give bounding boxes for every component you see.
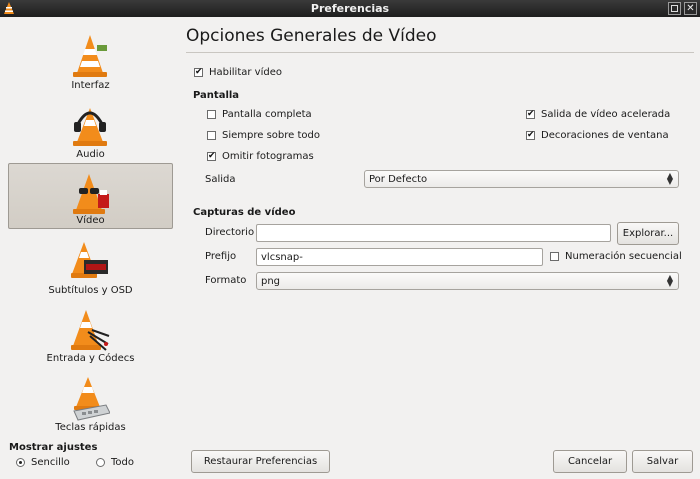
window-decorations-checkbox[interactable]: ✔ xyxy=(526,131,535,140)
cone-subtitles-icon xyxy=(71,242,108,278)
cone-headphones-icon xyxy=(73,108,107,146)
cone-keyboard-icon xyxy=(73,377,110,421)
drop-frames-checkbox[interactable]: ✔ xyxy=(207,152,216,161)
sidebar-item-label: Entrada y Códecs xyxy=(46,353,135,364)
format-select[interactable]: png ▲ ▼ xyxy=(256,272,679,290)
accelerated-output-label: Salida de vídeo acelerada xyxy=(541,109,671,120)
output-select[interactable]: Por Defecto ▲ ▼ xyxy=(364,170,679,188)
sidebar-item-interfaz[interactable]: Interfaz xyxy=(8,27,173,93)
always-on-top-checkbox[interactable] xyxy=(207,131,216,140)
fullscreen-label: Pantalla completa xyxy=(222,109,312,120)
radio-simple-label: Sencillo xyxy=(31,457,70,468)
cone-cables-icon xyxy=(71,310,110,351)
maximize-icon xyxy=(671,5,678,12)
always-on-top-label: Siempre sobre todo xyxy=(222,130,320,141)
show-settings-title: Mostrar ajustes xyxy=(9,442,98,453)
directory-input[interactable] xyxy=(256,224,611,242)
save-button[interactable]: Salvar xyxy=(632,450,693,473)
cancel-button[interactable]: Cancelar xyxy=(553,450,627,473)
updown-arrow-icon: ▲ ▼ xyxy=(666,171,673,186)
display-section-title: Pantalla xyxy=(193,90,240,101)
sidebar-item-subtitulos[interactable]: Subtítulos y OSD xyxy=(8,232,173,298)
sidebar-item-teclas[interactable]: Teclas rápidas xyxy=(8,369,173,435)
directory-label: Directorio xyxy=(205,227,255,238)
maximize-button[interactable] xyxy=(668,2,681,15)
drop-frames-label: Omitir fotogramas xyxy=(222,151,314,162)
sidebar-item-video[interactable]: Vídeo xyxy=(8,163,173,229)
sidebar-item-entrada[interactable]: Entrada y Códecs xyxy=(8,300,173,366)
reset-preferences-button[interactable]: Restaurar Preferencias xyxy=(191,450,330,473)
browse-button[interactable]: Explorar... xyxy=(617,222,679,245)
cone-glasses-icon xyxy=(73,174,109,214)
sequential-numbering-checkbox[interactable] xyxy=(550,252,559,261)
radio-simple[interactable] xyxy=(16,458,25,467)
output-label: Salida xyxy=(205,174,236,185)
sidebar-item-audio[interactable]: Audio xyxy=(8,96,173,162)
window-titlebar: Preferencias ✕ xyxy=(0,0,700,17)
close-button[interactable]: ✕ xyxy=(684,2,697,15)
sidebar-item-label: Audio xyxy=(76,149,105,160)
radio-all-label: Todo xyxy=(111,457,134,468)
enable-video-label: Habilitar vídeo xyxy=(209,67,282,78)
prefix-label: Prefijo xyxy=(205,251,237,262)
fullscreen-checkbox[interactable] xyxy=(207,110,216,119)
page-title: Opciones Generales de Vídeo xyxy=(186,26,437,46)
title-divider xyxy=(186,52,694,53)
window-decorations-label: Decoraciones de ventana xyxy=(541,130,669,141)
sidebar-item-label: Teclas rápidas xyxy=(55,422,126,433)
window-title: Preferencias xyxy=(310,2,390,15)
sequential-numbering-label: Numeración secuencial xyxy=(565,251,682,262)
category-sidebar: Interfaz Audio Vídeo Subtítulos y OSD En… xyxy=(0,17,180,479)
format-select-value: png xyxy=(261,276,281,287)
enable-video-checkbox[interactable]: ✔ xyxy=(194,68,203,77)
prefix-input[interactable]: vlcsnap- xyxy=(256,248,543,266)
sidebar-item-label: Subtítulos y OSD xyxy=(48,285,133,296)
close-icon: ✕ xyxy=(686,3,695,14)
updown-arrow-icon: ▲ ▼ xyxy=(666,273,673,288)
radio-all[interactable] xyxy=(96,458,105,467)
sidebar-item-label: Vídeo xyxy=(76,215,105,226)
sidebar-item-label: Interfaz xyxy=(71,80,110,91)
output-select-value: Por Defecto xyxy=(369,174,428,185)
format-label: Formato xyxy=(205,275,247,286)
cone-interface-icon xyxy=(73,35,107,77)
snapshots-section-title: Capturas de vídeo xyxy=(193,207,296,218)
accelerated-output-checkbox[interactable]: ✔ xyxy=(526,110,535,119)
